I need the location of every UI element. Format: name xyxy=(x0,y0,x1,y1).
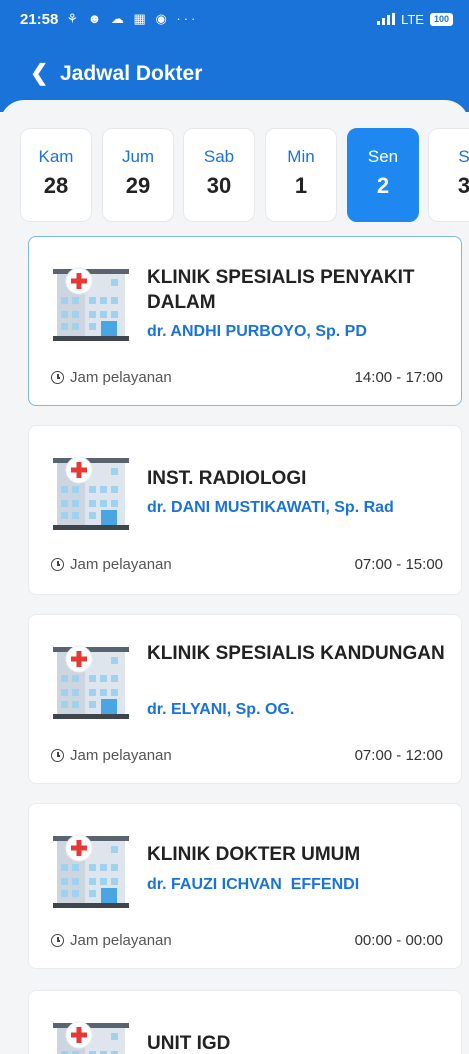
status-bar: 21:58 ⚘ ☻ ☁ ▦ ◉ ··· LTE 100 xyxy=(0,0,469,38)
date-number: 1 xyxy=(294,173,308,198)
date-strip[interactable]: Kam 28 Jum 29 Sab 30 Min 1 Sen 2 S 3 xyxy=(20,128,469,222)
schedule-card[interactable]: KLINIK DOKTER UMUM dr. FAUZI ICHVAN EFFE… xyxy=(28,803,462,969)
service-label: Jam pelayanan xyxy=(51,932,172,949)
date-number: 2 xyxy=(376,173,390,198)
notification-icons: ⚘ ☻ ☁ ▦ ◉ ··· xyxy=(66,11,199,26)
date-day: Sen xyxy=(367,147,399,166)
service-hours: 00:00 - 00:00 xyxy=(354,932,443,949)
signal-icon xyxy=(377,13,396,25)
service-label-text: Jam pelayanan xyxy=(70,369,172,386)
service-label-text: Jam pelayanan xyxy=(70,932,172,949)
schedule-card[interactable]: UNIT IGD xyxy=(28,990,462,1054)
clinic-name: KLINIK SPESIALIS KANDUNGAN xyxy=(147,643,445,664)
network-type: LTE xyxy=(401,11,424,27)
doctor-name: dr. ELYANI, Sp. OG. xyxy=(147,701,295,718)
battery-icon: 100 xyxy=(429,12,453,26)
doctor-name: dr. FAUZI ICHVAN EFFENDI xyxy=(147,876,360,893)
date-number: 29 xyxy=(125,173,151,198)
clock-icon xyxy=(51,934,64,947)
date-number: 28 xyxy=(43,173,69,198)
date-number: 3 xyxy=(457,173,469,198)
hospital-icon xyxy=(53,645,129,719)
service-hours: 14:00 - 17:00 xyxy=(354,369,443,386)
schedule-card[interactable]: KLINIK SPESIALIS PENYAKIT DALAM dr. ANDH… xyxy=(28,236,462,406)
date-number: 30 xyxy=(206,173,232,198)
date-day: Min xyxy=(287,147,315,166)
clinic-name: KLINIK DOKTER UMUM xyxy=(147,844,361,865)
clock-icon xyxy=(51,371,64,384)
doctor-name: dr. DANI MUSTIKAWATI, Sp. Rad xyxy=(147,499,394,516)
clinic-name: KLINIK SPESIALIS PENYAKIT DALAM xyxy=(147,267,415,313)
service-hours: 07:00 - 15:00 xyxy=(354,556,443,573)
service-label: Jam pelayanan xyxy=(51,556,172,573)
date-day: Kam xyxy=(38,147,74,166)
date-item[interactable]: Sab 30 xyxy=(183,128,255,222)
clinic-name: INST. RADIOLOGI xyxy=(147,468,307,489)
date-item[interactable]: S 3 xyxy=(428,128,469,222)
hospital-icon xyxy=(53,834,129,908)
date-item[interactable]: Min 1 xyxy=(265,128,337,222)
date-item[interactable]: Jum 29 xyxy=(102,128,174,222)
service-label: Jam pelayanan xyxy=(51,369,172,386)
doctor-name: dr. ANDHI PURBOYO, Sp. PD xyxy=(147,323,367,340)
date-day: Sab xyxy=(203,147,235,166)
date-day: Jum xyxy=(121,147,155,166)
status-time: 21:58 xyxy=(20,10,59,28)
date-item[interactable]: Kam 28 xyxy=(20,128,92,222)
clinic-name: UNIT IGD xyxy=(147,1033,231,1054)
clock-icon xyxy=(51,558,64,571)
page-title: Jadwal Dokter xyxy=(60,62,203,85)
clock-icon xyxy=(51,749,64,762)
date-item-selected[interactable]: Sen 2 xyxy=(347,128,419,222)
hospital-icon xyxy=(53,456,129,530)
chevron-left-icon[interactable]: ❮ xyxy=(30,60,48,86)
service-label: Jam pelayanan xyxy=(51,747,172,764)
date-day: S xyxy=(458,147,469,166)
service-label-text: Jam pelayanan xyxy=(70,556,172,573)
hospital-icon xyxy=(53,1021,129,1054)
hospital-icon xyxy=(53,267,129,341)
service-hours: 07:00 - 12:00 xyxy=(354,747,443,764)
schedule-card[interactable]: KLINIK SPESIALIS KANDUNGAN dr. ELYANI, S… xyxy=(28,614,462,784)
schedule-card[interactable]: INST. RADIOLOGI dr. DANI MUSTIKAWATI, Sp… xyxy=(28,425,462,595)
service-label-text: Jam pelayanan xyxy=(70,747,172,764)
